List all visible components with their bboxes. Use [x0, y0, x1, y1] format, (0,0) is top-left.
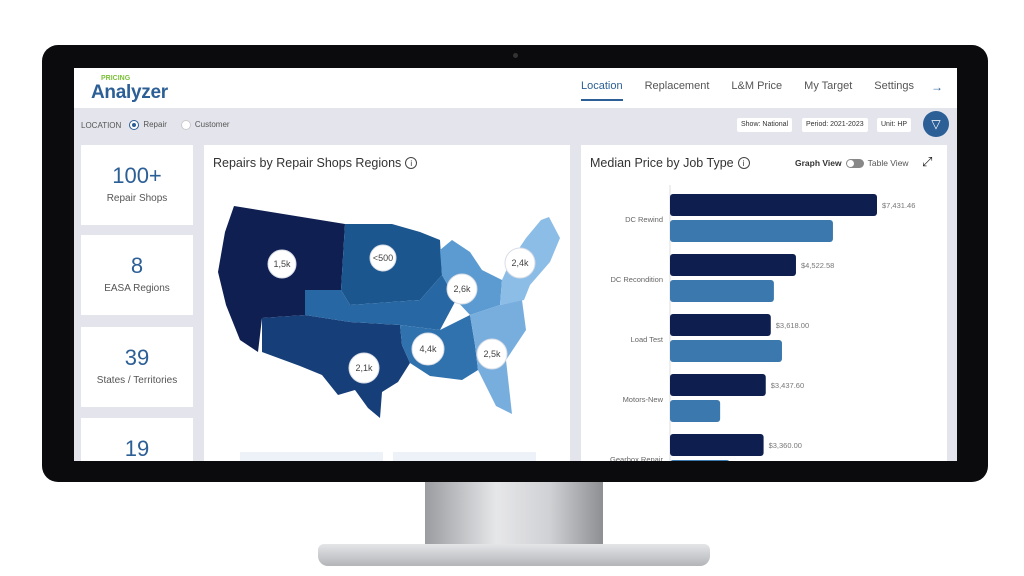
bar[interactable]: [670, 254, 796, 276]
bubble-great-lakes[interactable]: 2,6k: [446, 273, 478, 305]
map-panel: Repairs by Repair Shops Regions i 1,5k <5…: [204, 145, 570, 461]
legend-tile: [393, 452, 536, 461]
chip-show[interactable]: Show: National: [737, 118, 793, 132]
logo-tagline: PRICING: [101, 75, 131, 82]
tab-location[interactable]: Location: [570, 80, 634, 101]
monitor-stand: [425, 482, 603, 546]
chip-unit[interactable]: Unit: HP: [877, 118, 912, 132]
category-label: Gearbox Repair: [610, 455, 663, 461]
stat-label: States / Territories: [96, 375, 178, 386]
legend-tile: [240, 452, 383, 461]
funnel-icon: ▽: [931, 117, 941, 131]
radio-repair[interactable]: Repair: [129, 120, 167, 130]
logo: PRICING Analyzer: [91, 74, 171, 104]
data-label: $3,618.00: [776, 321, 809, 330]
top-nav: PRICING Analyzer Location Replacement L&…: [74, 68, 957, 108]
category-label: DC Rewind: [625, 215, 663, 224]
stat-value: 100+: [112, 163, 162, 188]
stat-label: EASA Regions: [104, 283, 170, 294]
svg-text:2,5k: 2,5k: [483, 349, 501, 359]
tab-lm-price[interactable]: L&M Price: [720, 80, 793, 98]
bubble-west[interactable]: 1,5k: [267, 249, 297, 279]
bar[interactable]: [670, 374, 766, 396]
svg-text:4,4k: 4,4k: [419, 344, 437, 354]
stat-card-states: 39 States / Territories: [81, 327, 193, 407]
bubble-northeast[interactable]: 2,4k: [504, 247, 536, 279]
app-screen: PRICING Analyzer Location Replacement L&…: [74, 68, 957, 461]
category-label: Load Test: [631, 335, 664, 344]
data-label: $3,437.60: [771, 381, 804, 390]
svg-text:2,1k: 2,1k: [355, 363, 373, 373]
location-filter: LOCATION Repair Customer: [81, 120, 230, 130]
svg-text:2,6k: 2,6k: [453, 284, 471, 294]
stat-card-easa-regions: 8 EASA Regions: [81, 235, 193, 315]
price-bar-chart: DC Rewind $7,431.46 DC Recondition $4,522.5…: [610, 185, 915, 461]
data-label: $3,360.00: [769, 441, 802, 450]
logo-text: Analyzer: [91, 82, 168, 103]
monitor-base: [318, 544, 710, 566]
bar[interactable]: [670, 314, 771, 336]
data-label: $4,522.58: [801, 261, 834, 270]
bar[interactable]: [670, 460, 730, 461]
svg-text:1,5k: 1,5k: [273, 259, 291, 269]
location-label: LOCATION: [81, 120, 122, 130]
bar[interactable]: [670, 280, 774, 302]
svg-text:<500: <500: [373, 253, 393, 263]
bubble-southwest[interactable]: 2,1k: [348, 352, 380, 384]
logout-icon[interactable]: →: [925, 80, 949, 98]
bar[interactable]: [670, 400, 721, 422]
us-map: 1,5k <500 2,4k 2,6k 4,4k 2,5k 2,1k: [218, 206, 560, 418]
tab-my-target[interactable]: My Target: [793, 80, 863, 98]
region-southwest[interactable]: [262, 315, 410, 418]
bubble-north-central[interactable]: <500: [369, 244, 397, 272]
stat-value: 8: [130, 253, 144, 278]
stat-value: 19: [124, 436, 150, 461]
tab-settings[interactable]: Settings: [863, 80, 925, 98]
price-panel: Median Price by Job Type i Graph View Tabl…: [581, 145, 947, 461]
tab-replacement[interactable]: Replacement: [634, 80, 721, 98]
svg-text:2,4k: 2,4k: [511, 258, 529, 268]
category-label: DC Recondition: [610, 275, 663, 284]
filter-button[interactable]: ▽: [923, 111, 949, 137]
stat-card-4: 19: [81, 418, 193, 461]
stat-value: 39: [124, 345, 150, 370]
bar[interactable]: [670, 434, 764, 456]
webcam: [513, 53, 518, 58]
stat-card-repair-shops: 100+ Repair Shops: [81, 145, 193, 225]
bar[interactable]: [670, 194, 877, 216]
bubble-southeast[interactable]: 2,5k: [476, 338, 508, 370]
category-label: Motors-New: [623, 395, 664, 404]
bar[interactable]: [670, 340, 782, 362]
nav-tabs: Location Replacement L&M Price My Target…: [570, 80, 949, 101]
bar[interactable]: [670, 220, 833, 242]
radio-customer[interactable]: Customer: [180, 120, 230, 130]
bubble-south-central[interactable]: 4,4k: [411, 332, 445, 366]
data-label: $7,431.46: [882, 201, 915, 210]
stat-label: Repair Shops: [106, 193, 168, 204]
chip-period[interactable]: Period: 2021-2023: [802, 118, 868, 132]
